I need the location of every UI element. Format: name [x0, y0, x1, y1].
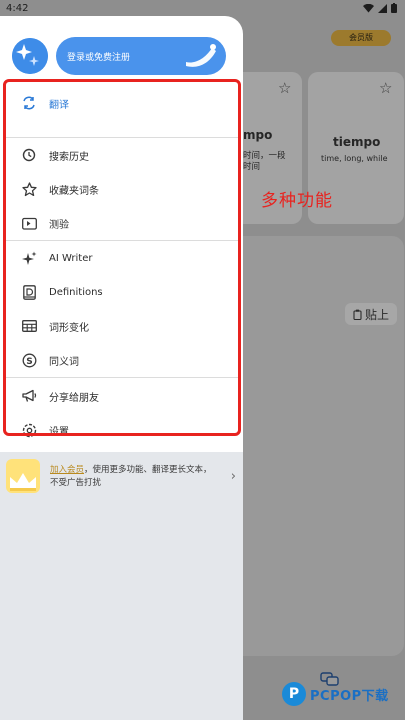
- paste-button[interactable]: 贴上: [345, 303, 397, 325]
- menu-item-definitions[interactable]: Definitions: [3, 275, 240, 309]
- status-time: 4:42: [6, 3, 29, 14]
- watermark: P PCPOP下载: [282, 682, 389, 706]
- status-icons: [363, 3, 397, 13]
- favorite-star-icon-1: ☆: [278, 79, 292, 97]
- menu-item-favorites[interactable]: 收藏夹词条: [3, 172, 240, 206]
- quiz-cards-icon: [21, 215, 37, 231]
- member-badge: 会员版: [331, 30, 391, 46]
- menu-item-conjugation[interactable]: 词形变化: [3, 309, 240, 343]
- dictionary-icon: [21, 284, 37, 300]
- star-icon: [21, 181, 37, 197]
- menu-label-settings: 设置: [49, 426, 69, 438]
- translate-icon: [21, 95, 37, 111]
- paste-label: 贴上: [364, 307, 389, 322]
- crown-icon: [6, 459, 40, 493]
- watermark-logo-icon: P: [282, 682, 306, 706]
- menu-item-quiz[interactable]: 测验: [3, 206, 240, 240]
- menu-label-translate: 翻译: [49, 99, 69, 111]
- table-icon: [21, 318, 37, 334]
- navigation-drawer: 登录或免费注册 翻译 搜索历史 收藏夹词条 测验 AI Writer Defin…: [0, 16, 243, 720]
- join-membership-link[interactable]: 加入会员: [50, 465, 84, 475]
- menu-label-ai-writer: AI Writer: [49, 252, 93, 264]
- avatar[interactable]: [12, 38, 48, 74]
- menu-label-conjugation: 词形变化: [49, 322, 89, 334]
- menu-label-share: 分享给朋友: [49, 392, 99, 404]
- menu-label-favorites: 收藏夹词条: [49, 185, 99, 197]
- sparkle-icon: [21, 250, 37, 266]
- chevron-right-icon: ›: [230, 469, 236, 484]
- menu-item-share[interactable]: 分享给朋友: [3, 379, 240, 413]
- synonym-icon: S: [21, 352, 37, 368]
- wifi-icon: [363, 3, 374, 12]
- menu-item-search-history[interactable]: 搜索历史: [3, 138, 240, 172]
- membership-promo[interactable]: 加入会员，使用更多功能、翻译更长文本，不受广告打扰 ›: [6, 459, 238, 499]
- menu-label-definitions: Definitions: [49, 286, 103, 298]
- clipboard-icon: [353, 309, 362, 320]
- card2-subtitle: time, long, while: [321, 154, 388, 163]
- menu-item-settings[interactable]: 设置: [3, 413, 240, 447]
- login-register-button[interactable]: 登录或免费注册: [56, 37, 226, 75]
- login-label: 登录或免费注册: [67, 52, 131, 63]
- svg-text:S: S: [26, 356, 32, 366]
- card2-title: tiempo: [333, 135, 381, 149]
- login-swoosh-icon: [186, 44, 216, 67]
- battery-icon: [391, 3, 397, 13]
- promo-text: 加入会员，使用更多功能、翻译更长文本，不受广告打扰: [50, 464, 220, 490]
- menu-label-synonyms: 同义词: [49, 356, 79, 368]
- history-icon: [21, 147, 37, 163]
- megaphone-icon: [21, 388, 37, 404]
- avatar-sparkle-icon: [12, 38, 48, 74]
- menu-item-synonyms[interactable]: S 同义词: [3, 343, 240, 377]
- menu-label-quiz: 测验: [49, 219, 69, 231]
- menu-divider-3: [3, 377, 240, 378]
- menu-item-translate[interactable]: 翻译: [3, 86, 240, 120]
- signal-icon: [378, 3, 387, 13]
- settings-icon: [21, 422, 37, 438]
- favorite-star-icon-2: ☆: [379, 79, 393, 97]
- annotation-label: 多种功能: [261, 191, 333, 211]
- card1-line2: 时间: [243, 162, 261, 172]
- menu-item-ai-writer[interactable]: AI Writer: [3, 241, 240, 275]
- card1-title: mpo: [243, 128, 273, 142]
- menu-label-search-history: 搜索历史: [49, 151, 89, 163]
- watermark-text: PCPOP下载: [310, 688, 389, 704]
